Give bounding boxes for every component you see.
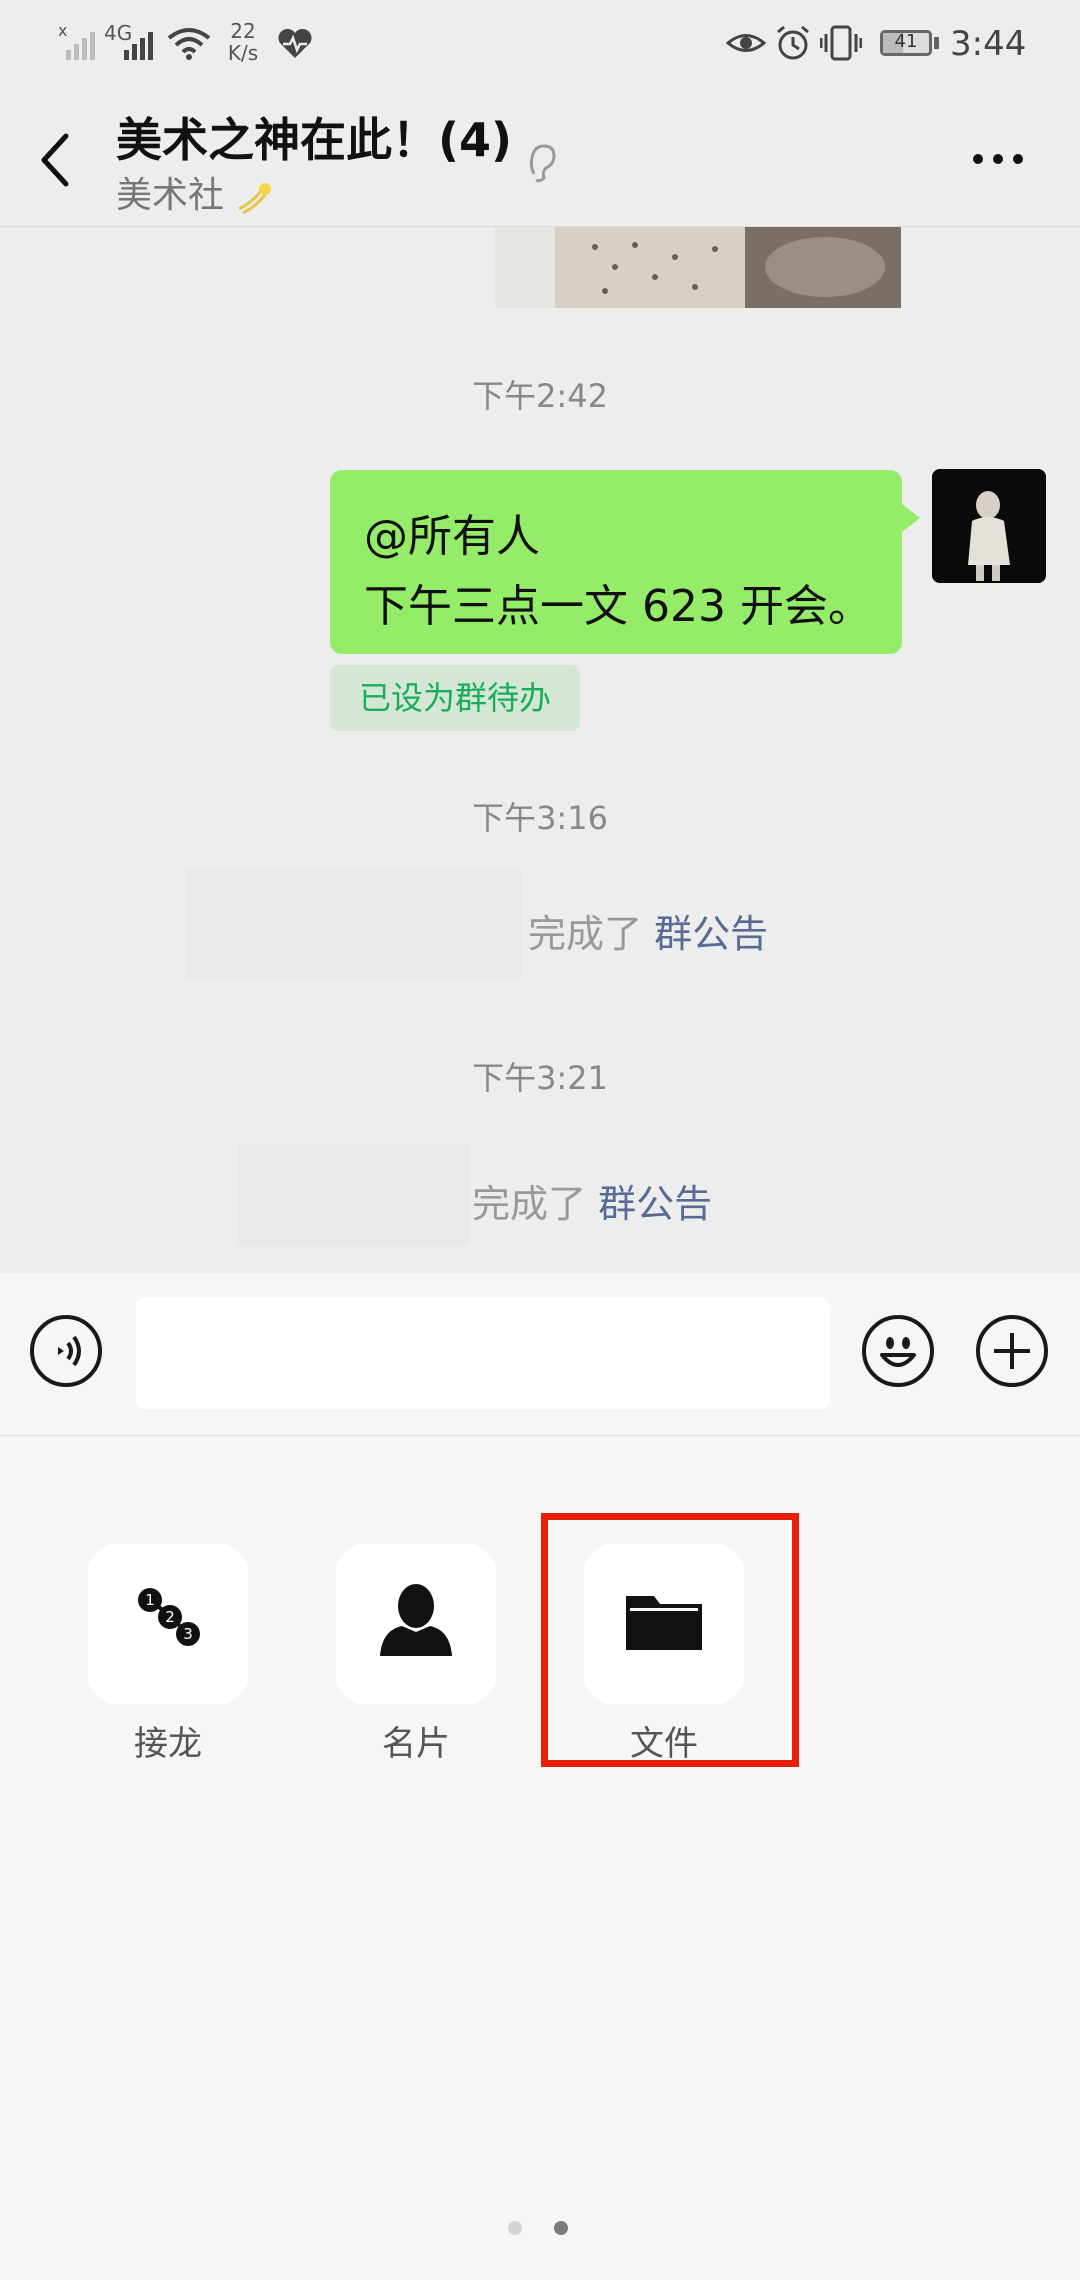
group-notice-link[interactable]: 群公告: [598, 1182, 712, 1226]
solitaire-label: 接龙: [134, 1724, 202, 1764]
svg-text:3: 3: [183, 1625, 193, 1643]
vibrate-icon: [820, 25, 862, 61]
input-bar: [0, 1273, 1080, 1436]
voice-icon: [58, 1335, 81, 1367]
signal-icon: [124, 32, 153, 60]
solitaire-icon: 1 2 3: [138, 1588, 200, 1646]
signal-no-service-icon: x: [58, 24, 95, 60]
eye-comfort-icon: [726, 34, 766, 52]
network-speed-unit: K/s: [227, 41, 259, 65]
status-bar: x 4G 22 K/s 41 3:44: [0, 0, 1080, 90]
message-input[interactable]: [136, 1297, 830, 1409]
page-dot: [508, 2221, 522, 2235]
emoji-button[interactable]: [862, 1315, 934, 1387]
timestamp: 下午3:21: [472, 1059, 608, 1097]
blurred-name: [186, 869, 522, 979]
heart-rate-icon: [278, 28, 312, 58]
highlight-box: [541, 1513, 799, 1767]
back-button[interactable]: [36, 132, 76, 188]
solitaire-button[interactable]: 1 2 3: [88, 1544, 248, 1704]
image-message[interactable]: [495, 227, 901, 308]
chat-title: 美术之神在此！(4): [116, 113, 513, 167]
page-indicator: [508, 2218, 576, 2238]
group-notice-link[interactable]: 群公告: [654, 912, 768, 956]
chat-header: 美术之神在此！(4) 美术社: [0, 90, 1080, 227]
timestamp: 下午2:42: [472, 377, 608, 415]
plus-icon: [994, 1333, 1030, 1369]
network-speed-value: 22: [230, 19, 256, 43]
system-message: 完成了 群公告: [472, 1173, 712, 1228]
blurred-name: [238, 1145, 470, 1245]
more-functions-button[interactable]: [976, 1315, 1048, 1387]
alarm-icon: [777, 25, 809, 60]
contact-card-button[interactable]: [336, 1544, 496, 1704]
more-icon: [973, 154, 1023, 164]
avatar-image: [932, 469, 1046, 583]
outgoing-message-bubble[interactable]: @所有人 下午三点一文 623 开会。: [330, 470, 920, 654]
contact-card-label: 名片: [382, 1724, 450, 1764]
wifi-icon: [167, 28, 211, 60]
emoji-icon: [880, 1337, 916, 1367]
photo-thumbnail: [495, 227, 901, 308]
system-message-text: 完成了: [528, 912, 643, 956]
system-message: 完成了 群公告: [528, 903, 768, 958]
svg-text:1: 1: [145, 1591, 155, 1609]
network-speed: 22 K/s: [222, 20, 264, 64]
avatar[interactable]: [932, 469, 1046, 583]
battery-icon: 41: [880, 30, 932, 56]
battery-level: 41: [894, 31, 918, 52]
chat-subtitle: 美术社: [116, 166, 275, 218]
page-dot-active: [554, 2221, 568, 2235]
svg-text:x: x: [58, 24, 67, 40]
todo-badge[interactable]: 已设为群待办: [330, 665, 580, 731]
message-line: 下午三点一文 623 开会。: [364, 581, 872, 632]
svg-text:2: 2: [165, 1608, 175, 1626]
ear-icon[interactable]: [524, 140, 560, 186]
system-message-text: 完成了: [472, 1182, 587, 1226]
chat-messages[interactable]: 下午2:42 @所有人 下午三点一文 623 开会。 已设为群待办 下午3:16…: [0, 227, 1080, 1273]
voice-button[interactable]: [30, 1315, 102, 1387]
timestamp: 下午3:16: [472, 799, 608, 837]
clock: 3:44: [950, 24, 1027, 64]
more-button[interactable]: [968, 144, 1028, 174]
group-name: 美术社: [116, 175, 225, 216]
shooting-star-icon: [238, 183, 272, 215]
contact-card-icon: [380, 1584, 452, 1656]
battery-tip: [934, 37, 939, 49]
message-line: @所有人: [364, 511, 540, 562]
